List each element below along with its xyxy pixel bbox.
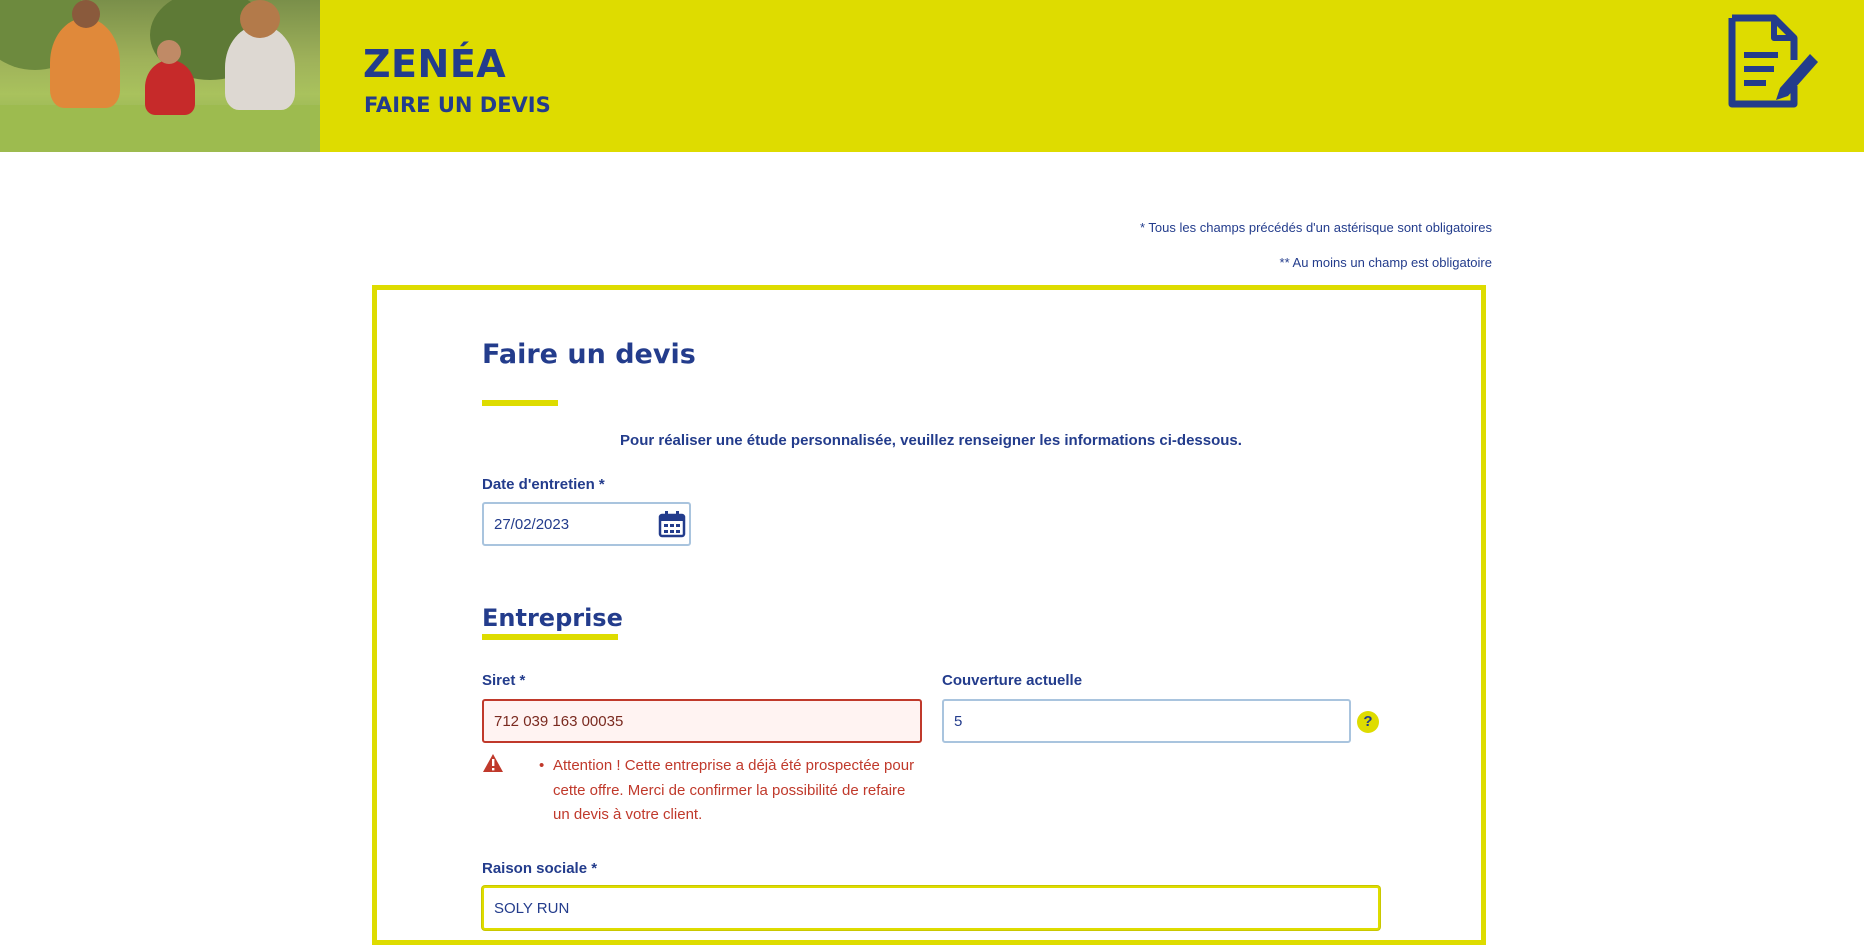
raison-label: Raison sociale * — [482, 860, 598, 877]
section-underline — [482, 634, 618, 640]
form-title: Faire un devis — [482, 339, 696, 370]
form-intro: Pour réaliser une étude personnalisée, v… — [620, 432, 1242, 449]
section-title-entreprise: Entreprise — [482, 604, 623, 632]
at-least-one-note: ** Au moins un champ est obligatoire — [1279, 255, 1492, 270]
document-edit-icon — [1728, 14, 1818, 108]
page-header: ZENÉA FAIRE UN DEVIS — [0, 0, 1864, 152]
couverture-label: Couverture actuelle — [942, 672, 1083, 689]
brand-title: ZENÉA — [363, 42, 507, 86]
warning-icon — [483, 754, 503, 772]
couverture-input[interactable] — [942, 699, 1351, 743]
required-fields-note: * Tous les champs précédés d'un astérisq… — [1139, 220, 1492, 235]
raison-input[interactable] — [482, 886, 1380, 930]
siret-input[interactable] — [482, 699, 922, 743]
title-underline — [482, 400, 558, 406]
hero-image — [0, 0, 320, 152]
error-bullet: • — [539, 757, 545, 774]
siret-error-message: Attention ! Cette entreprise a déjà été … — [553, 757, 915, 823]
siret-label: Siret * — [482, 672, 526, 689]
page-subtitle: FAIRE UN DEVIS — [364, 93, 551, 117]
calendar-icon[interactable] — [658, 510, 686, 538]
date-label: Date d'entretien * — [482, 476, 605, 493]
help-icon[interactable]: ? — [1357, 711, 1379, 733]
